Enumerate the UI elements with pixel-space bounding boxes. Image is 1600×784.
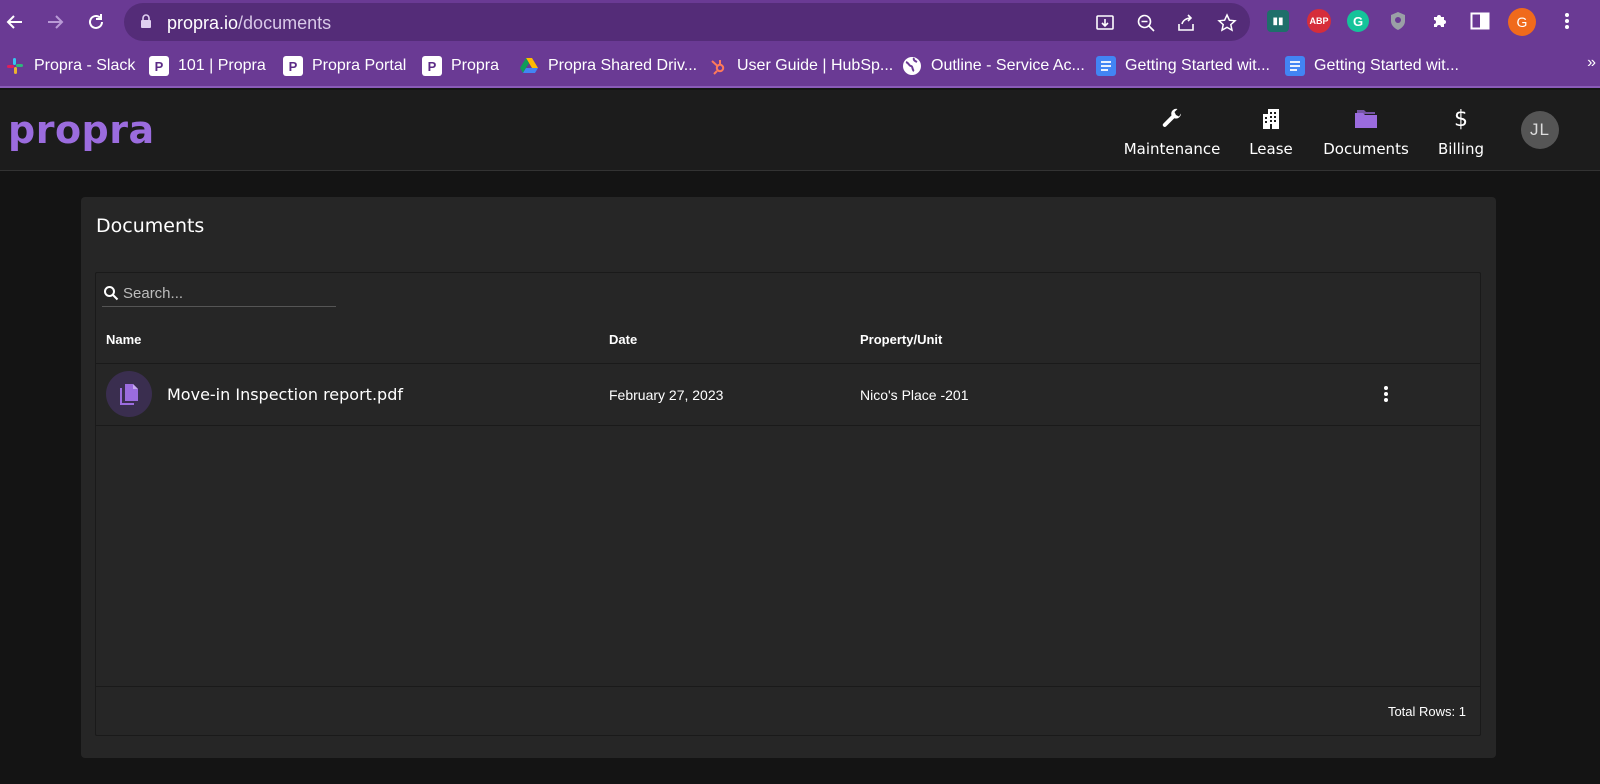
footer-divider [96, 686, 1480, 687]
arrow-left-icon [6, 15, 22, 29]
install-app-button[interactable] [1094, 12, 1116, 34]
arrow-right-icon [48, 15, 64, 29]
total-rows: Total Rows: 1 [1387, 704, 1466, 719]
url-path: /documents [238, 13, 332, 33]
dollar-icon: $ [1454, 106, 1468, 132]
side-panel-button[interactable] [1469, 10, 1491, 32]
propra-p-icon: P [283, 56, 303, 76]
bookmark-item[interactable]: P Propra [422, 56, 499, 76]
nav-documents[interactable]: Documents [1322, 106, 1410, 162]
bookmark-item[interactable]: Propra Shared Driv... [519, 56, 697, 76]
slack-icon [5, 56, 25, 76]
page-title: Documents [96, 215, 205, 237]
table-row[interactable]: Move-in Inspection report.pdf February 2… [96, 364, 1480, 426]
user-avatar[interactable]: JL [1521, 111, 1559, 149]
documents-card: Documents Name Date Property/Unit Move-i… [81, 197, 1496, 758]
shield-icon [1391, 12, 1405, 30]
bookmark-item[interactable]: P 101 | Propra [149, 56, 266, 76]
bookmark-label: Propra - Slack [34, 57, 136, 74]
bookmark-item[interactable]: Outline - Service Ac... [902, 56, 1085, 76]
profile-avatar[interactable]: G [1508, 8, 1536, 36]
google-docs-icon [1096, 56, 1116, 76]
propra-p-icon: P [149, 56, 169, 76]
bookmark-label: Outline - Service Ac... [931, 57, 1085, 74]
browser-toolbar: propra.io/documents ▮▮ ABP G G [0, 0, 1600, 44]
nav-lease[interactable]: Lease [1246, 106, 1296, 162]
propra-logo[interactable]: propra [8, 108, 155, 152]
bookmarks-overflow-button[interactable]: » [1587, 54, 1596, 72]
forward-button[interactable] [43, 10, 67, 34]
reload-button[interactable] [84, 10, 108, 34]
zoom-out-icon [1137, 14, 1155, 32]
search-input[interactable] [123, 281, 333, 305]
browser-menu-button[interactable] [1556, 10, 1578, 32]
extension-grammarly-icon[interactable]: G [1347, 10, 1369, 32]
bookmark-label: User Guide | HubSp... [737, 57, 894, 74]
nav-label: Billing [1438, 140, 1484, 158]
column-header-date[interactable]: Date [609, 332, 637, 347]
bookmarks-bar: Propra - Slack P 101 | Propra P Propra P… [0, 44, 1600, 88]
address-bar[interactable]: propra.io/documents [124, 3, 1250, 41]
bookmark-item[interactable]: Getting Started wit... [1096, 56, 1270, 76]
url-host: propra.io [167, 13, 239, 33]
app-header: propra Maintenance Lease Documents $ Bil… [0, 90, 1600, 171]
download-icon [1096, 15, 1114, 30]
bookmark-item[interactable]: Getting Started wit... [1285, 56, 1459, 76]
nav-label: Documents [1323, 140, 1409, 158]
bookmark-item[interactable]: User Guide | HubSp... [708, 56, 893, 76]
share-icon [1178, 14, 1194, 31]
document-property: Nico's Place -201 [860, 387, 969, 403]
extension-shield-icon[interactable] [1387, 10, 1409, 32]
wrench-icon [1160, 106, 1184, 132]
zoom-button[interactable] [1135, 12, 1157, 34]
document-name[interactable]: Move-in Inspection report.pdf [167, 385, 403, 404]
bookmark-label: 101 | Propra [178, 57, 266, 74]
column-header-property[interactable]: Property/Unit [860, 332, 942, 347]
kebab-menu-icon [1565, 13, 1569, 29]
row-divider [96, 425, 1480, 426]
extensions-button[interactable] [1429, 10, 1451, 32]
nav-billing[interactable]: $ Billing [1437, 106, 1485, 162]
building-icon [1261, 106, 1281, 132]
bookmark-label: Propra [451, 57, 500, 74]
search-icon [104, 286, 119, 301]
star-icon [1217, 13, 1237, 32]
extension-abp-icon[interactable]: ABP [1307, 9, 1331, 33]
bookmark-label: Getting Started wit... [1314, 57, 1459, 74]
hubspot-icon [708, 56, 728, 76]
folder-icon [1354, 106, 1378, 132]
url-text: propra.io/documents [167, 13, 331, 34]
share-button[interactable] [1175, 12, 1197, 34]
column-header-name[interactable]: Name [106, 332, 141, 347]
puzzle-icon [1434, 15, 1446, 27]
extension-sider-icon[interactable]: ▮▮ [1267, 10, 1289, 32]
bookmark-label: Getting Started wit... [1125, 57, 1270, 74]
nav-label: Lease [1249, 140, 1293, 158]
bookmark-item[interactable]: Propra - Slack [5, 56, 135, 76]
more-vertical-icon [1384, 386, 1388, 402]
back-button[interactable] [3, 10, 27, 34]
propra-p-icon: P [422, 56, 442, 76]
nav-label: Maintenance [1123, 140, 1221, 158]
google-docs-icon [1285, 56, 1305, 76]
row-actions-button[interactable] [1376, 380, 1396, 408]
bookmark-star-button[interactable] [1216, 12, 1238, 34]
search-field [102, 281, 336, 307]
side-panel-icon [1470, 12, 1490, 30]
bookmark-label: Propra Shared Driv... [548, 57, 698, 74]
bookmark-item[interactable]: P Propra Portal [283, 56, 406, 76]
document-file-icon [106, 371, 152, 417]
lock-icon [141, 14, 151, 28]
bookmark-label: Propra Portal [312, 57, 407, 74]
globe-icon [902, 56, 922, 76]
nav-maintenance[interactable]: Maintenance [1124, 106, 1220, 162]
google-drive-icon [519, 56, 539, 76]
documents-table: Name Date Property/Unit Move-in Inspecti… [95, 272, 1481, 736]
reload-icon [89, 14, 103, 29]
document-date: February 27, 2023 [609, 387, 724, 403]
